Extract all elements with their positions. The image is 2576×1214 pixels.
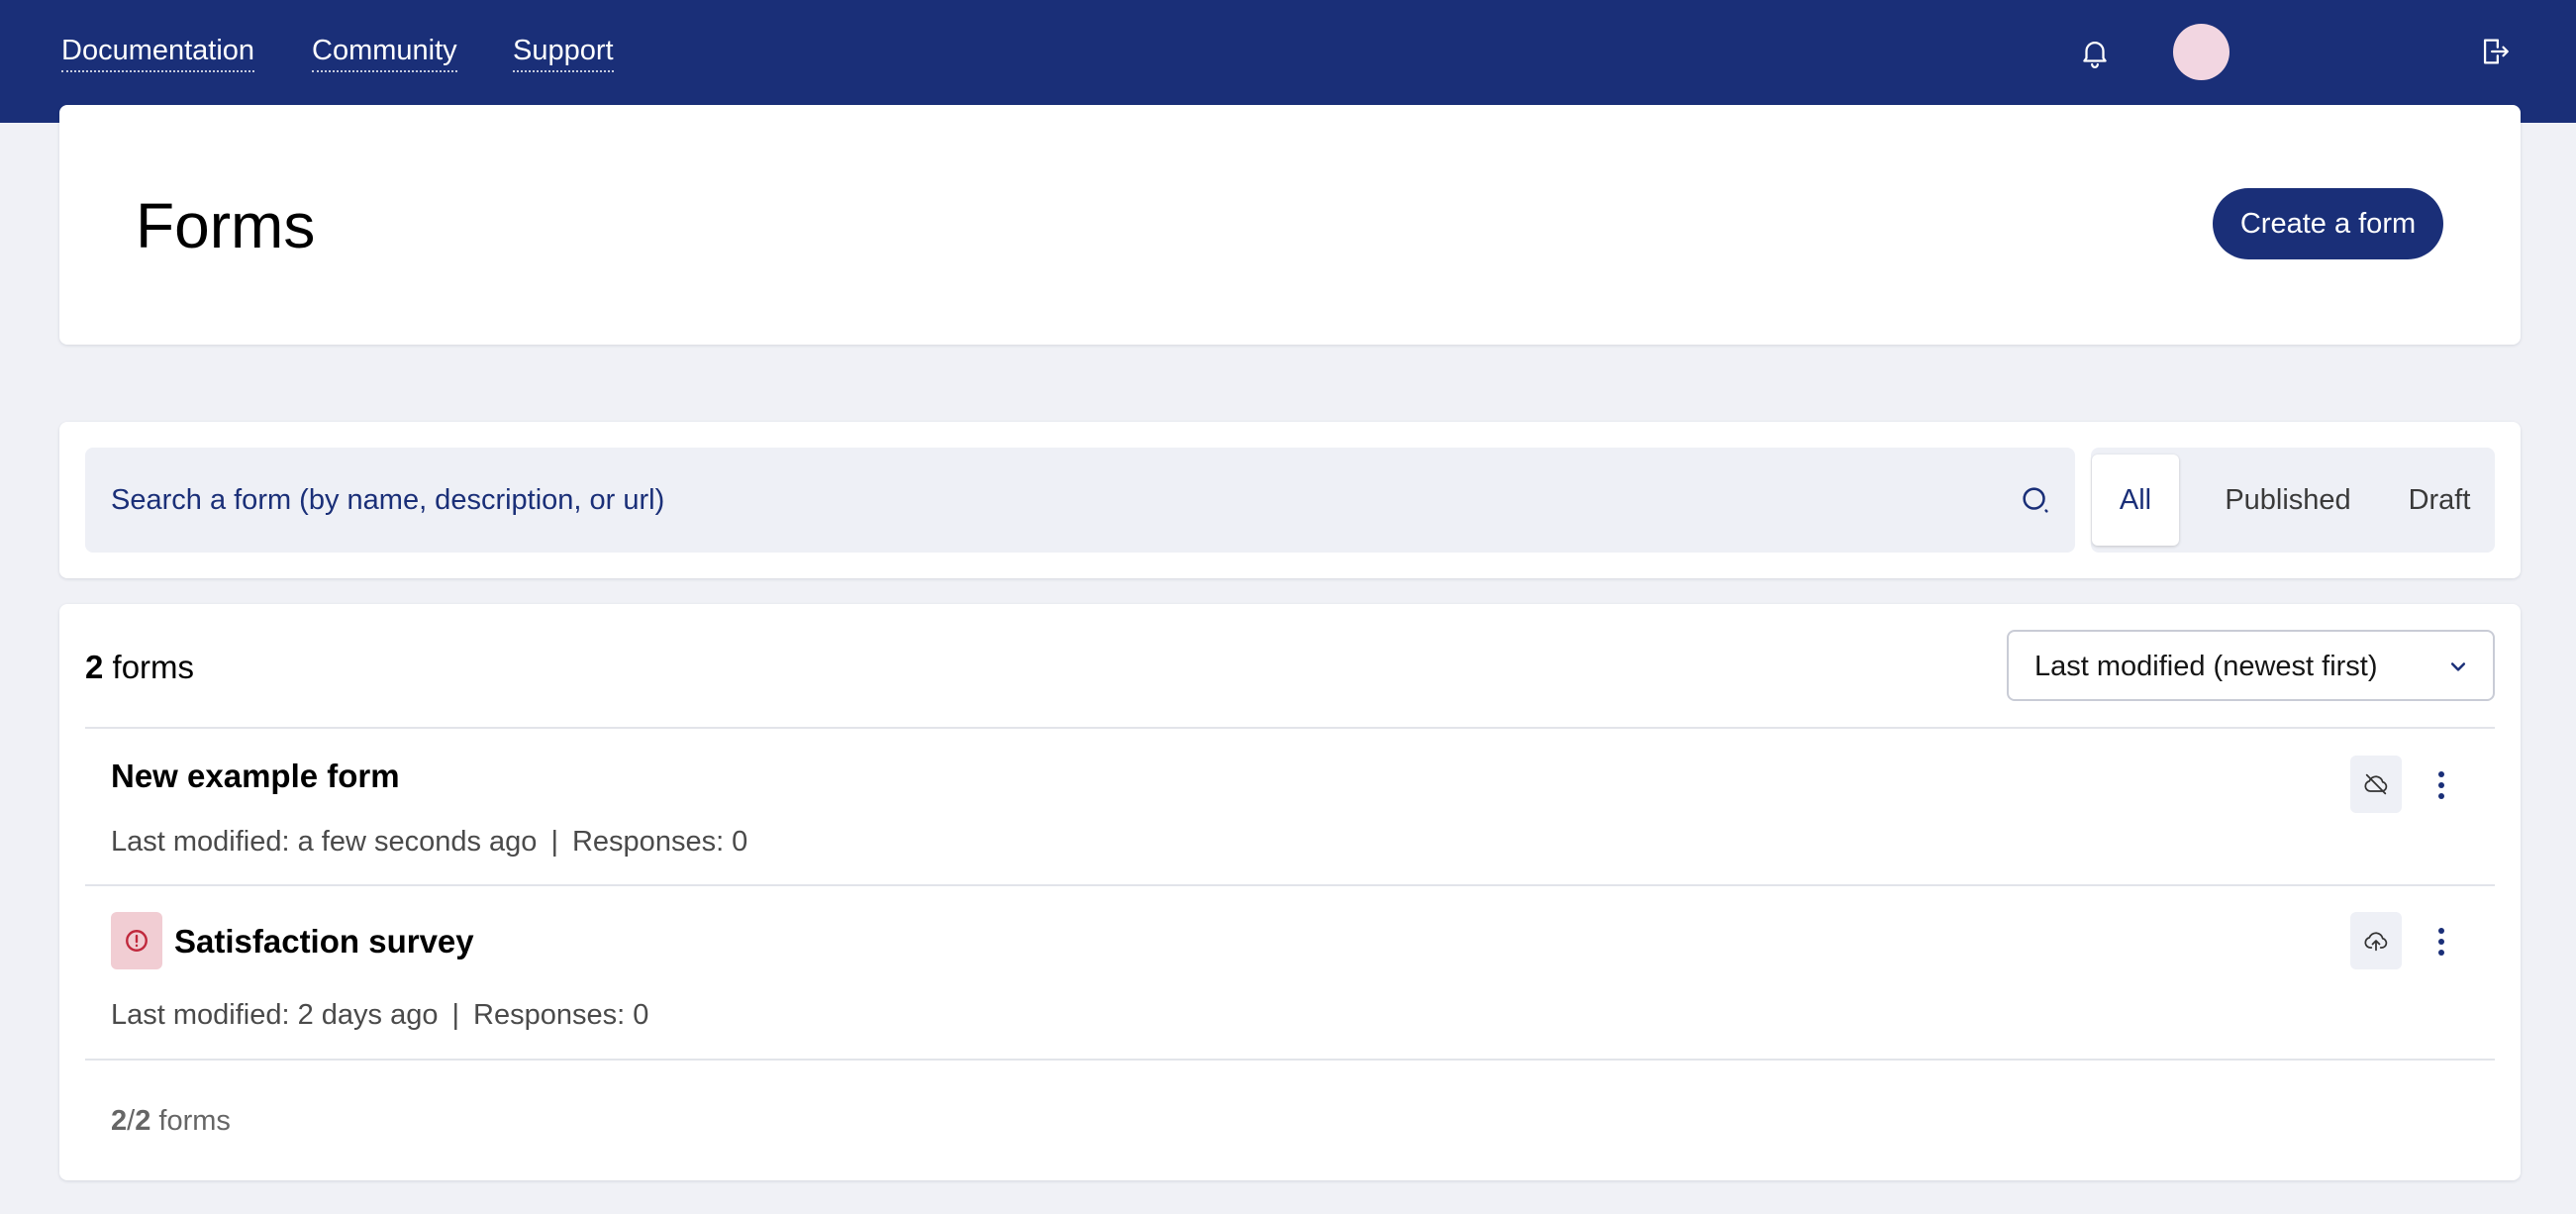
- alert-circle-icon: [126, 930, 148, 952]
- chevron-down-icon: [2450, 662, 2466, 671]
- unpublished-status-button[interactable]: [2350, 756, 2402, 813]
- search-box: [85, 448, 2075, 553]
- pagination-total: 2: [135, 1105, 151, 1137]
- more-vertical-icon: [2438, 928, 2444, 956]
- avatar[interactable]: [2173, 24, 2229, 80]
- form-meta: Last modified: a few seconds ago | Respons…: [111, 826, 748, 858]
- filter-tab-draft[interactable]: Draft: [2390, 455, 2489, 546]
- list-divider: [85, 727, 2495, 729]
- form-title-link[interactable]: New example form: [111, 757, 400, 796]
- status-filter: All Published Draft: [2091, 448, 2495, 553]
- nav-link-community[interactable]: Community: [312, 33, 457, 72]
- more-options-button[interactable]: [2431, 765, 2451, 805]
- form-responses: Responses: 0: [571, 826, 748, 858]
- more-vertical-icon: [2438, 771, 2444, 799]
- filter-tab-all[interactable]: All: [2092, 455, 2179, 546]
- form-title-link[interactable]: Satisfaction survey: [174, 922, 474, 961]
- form-meta: Last modified: 2 days ago | Responses: 0: [111, 999, 649, 1031]
- sort-select[interactable]: Last modified (newest first): [2007, 630, 2495, 701]
- page-title: Forms: [136, 190, 316, 261]
- filter-tab-published[interactable]: Published: [2197, 455, 2379, 546]
- forms-count-number: 2: [85, 649, 104, 685]
- page-header-card: [59, 105, 2521, 345]
- nav-link-support[interactable]: Support: [513, 33, 614, 72]
- search-input[interactable]: [111, 448, 1992, 553]
- list-divider: [85, 1059, 2495, 1061]
- bell-icon[interactable]: [2078, 36, 2112, 69]
- publish-button[interactable]: [2350, 912, 2402, 969]
- sort-select-value: Last modified (newest first): [2034, 651, 2378, 682]
- form-last-modified: Last modified: a few seconds ago: [111, 826, 538, 858]
- cloud-upload-icon: [2364, 932, 2388, 952]
- cloud-off-icon: [2364, 773, 2388, 795]
- pagination-shown: 2: [111, 1105, 128, 1137]
- logout-icon[interactable]: [2478, 35, 2512, 68]
- list-divider: [85, 884, 2495, 886]
- create-form-button[interactable]: Create a form: [2213, 188, 2443, 259]
- more-options-button[interactable]: [2431, 922, 2451, 961]
- form-last-modified: Last modified: 2 days ago: [111, 999, 439, 1031]
- pagination-count: 2/2 forms: [111, 1105, 231, 1137]
- form-responses: Responses: 0: [473, 999, 649, 1031]
- nav-link-documentation[interactable]: Documentation: [61, 33, 255, 72]
- pagination-label: forms: [158, 1105, 231, 1137]
- alert-badge[interactable]: [111, 912, 162, 969]
- forms-count-label: forms: [112, 649, 195, 685]
- forms-count: 2 forms: [85, 648, 194, 687]
- search-icon[interactable]: [2019, 483, 2052, 517]
